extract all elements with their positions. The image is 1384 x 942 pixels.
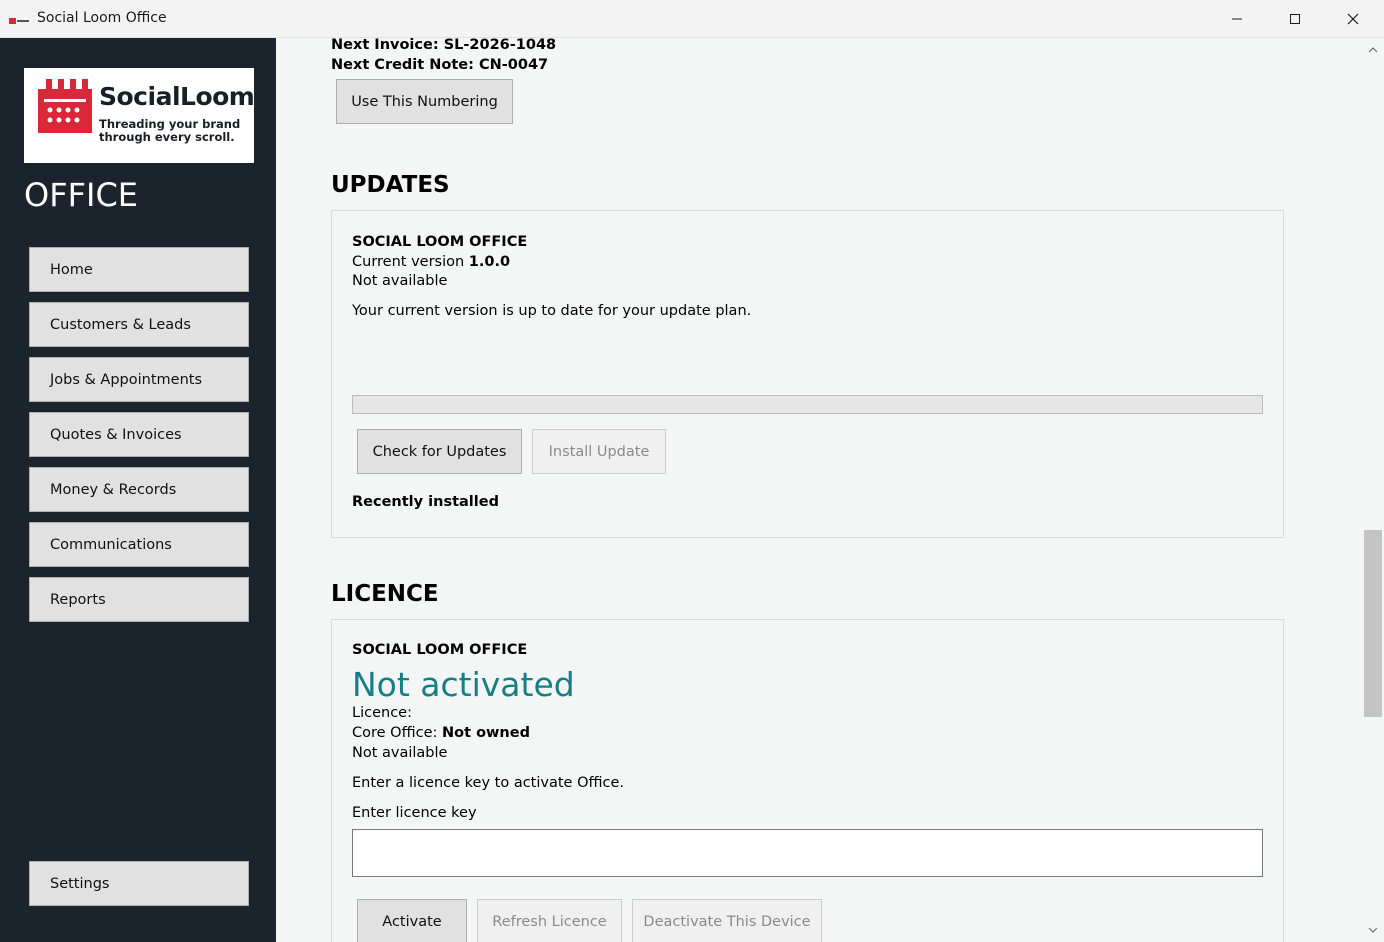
- refresh-licence-button[interactable]: Refresh Licence: [477, 899, 622, 942]
- close-icon: [1347, 13, 1359, 25]
- updates-availability: Not available: [352, 273, 448, 289]
- deactivate-device-button[interactable]: Deactivate This Device: [632, 899, 822, 942]
- licence-key-input[interactable]: [352, 829, 1263, 877]
- brand-logo: SocialLoom Threading your brand through …: [24, 68, 255, 163]
- install-update-button[interactable]: Install Update: [532, 429, 666, 474]
- licence-product: SOCIAL LOOM OFFICE: [352, 642, 528, 658]
- current-version: Current version 1.0.0: [352, 254, 511, 270]
- core-office-line: Core Office: Not owned: [352, 725, 530, 741]
- scroll-up-icon[interactable]: [1368, 46, 1378, 54]
- title-bar: Social Loom Office: [0, 0, 1384, 38]
- licence-status: Not activated: [352, 665, 575, 704]
- use-numbering-button[interactable]: Use This Numbering: [336, 79, 513, 124]
- app-icon: [9, 12, 29, 24]
- logo-tagline: Threading your brand through every scrol…: [99, 117, 241, 144]
- nav-quotes-invoices[interactable]: Quotes & Invoices: [29, 412, 249, 457]
- minimize-button[interactable]: [1208, 0, 1266, 38]
- licence-availability: Not available: [352, 745, 448, 761]
- logo-name: SocialLoom: [99, 82, 255, 111]
- scroll-thumb[interactable]: [1364, 530, 1382, 717]
- next-credit-line: Next Credit Note: CN-0047: [331, 57, 549, 73]
- nav-home[interactable]: Home: [29, 247, 249, 292]
- next-invoice-line: Next Invoice: SL-2026-1048: [331, 38, 557, 53]
- licence-heading: LICENCE: [331, 581, 439, 607]
- nav-settings[interactable]: Settings: [29, 861, 249, 906]
- activate-button[interactable]: Activate: [357, 899, 467, 942]
- licence-label: Licence:: [352, 705, 412, 721]
- licence-instruction: Enter a licence key to activate Office.: [352, 775, 625, 791]
- main-content: Next Invoice: SL-2026-1048 Next Credit N…: [276, 38, 1362, 942]
- updates-heading: UPDATES: [331, 172, 450, 198]
- nav-jobs-appointments[interactable]: Jobs & Appointments: [29, 357, 249, 402]
- close-button[interactable]: [1324, 0, 1382, 38]
- licence-key-label: Enter licence key: [352, 805, 477, 821]
- recently-installed-heading: Recently installed: [352, 494, 499, 510]
- update-progress-bar: [352, 395, 1263, 414]
- maximize-icon: [1290, 14, 1300, 24]
- window-title: Social Loom Office: [37, 10, 167, 26]
- sidebar: SocialLoom Threading your brand through …: [0, 38, 276, 942]
- check-updates-button[interactable]: Check for Updates: [357, 429, 522, 474]
- nav-reports[interactable]: Reports: [29, 577, 249, 622]
- section-label: OFFICE: [24, 176, 138, 214]
- minimize-icon: [1232, 18, 1242, 20]
- vertical-scrollbar[interactable]: [1362, 38, 1384, 942]
- updates-product: SOCIAL LOOM OFFICE: [352, 234, 528, 250]
- scroll-down-icon[interactable]: [1368, 926, 1378, 934]
- updates-message: Your current version is up to date for y…: [352, 303, 752, 319]
- loom-logo-icon: [38, 79, 92, 133]
- maximize-button[interactable]: [1266, 0, 1324, 38]
- nav-communications[interactable]: Communications: [29, 522, 249, 567]
- nav-customers-leads[interactable]: Customers & Leads: [29, 302, 249, 347]
- nav-money-records[interactable]: Money & Records: [29, 467, 249, 512]
